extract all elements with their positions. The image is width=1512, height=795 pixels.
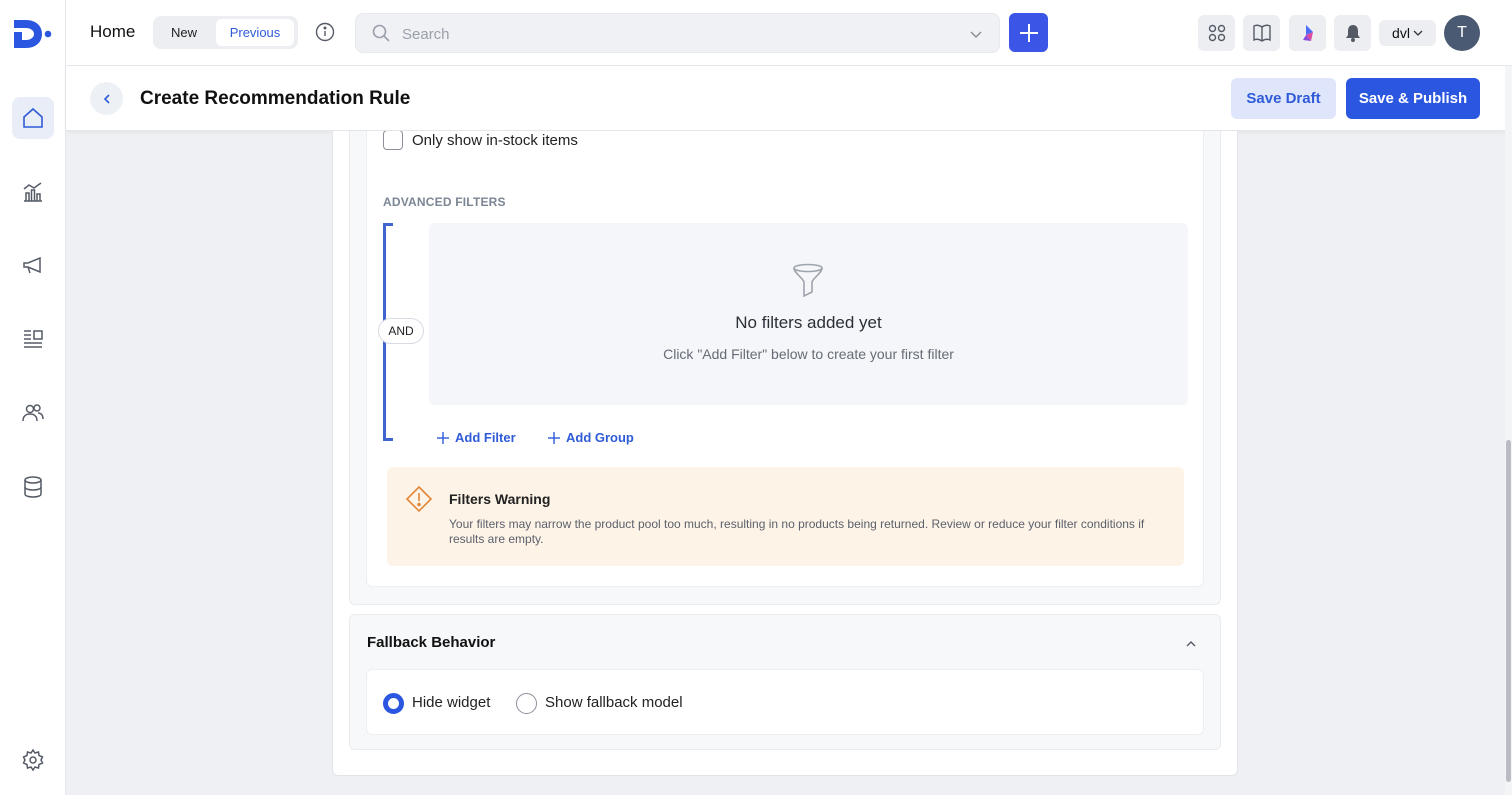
sidebar-item-data[interactable]	[12, 466, 54, 508]
plus-icon	[548, 431, 560, 444]
fallback-section: Fallback Behavior Hide widget Show fallb…	[349, 614, 1221, 750]
apps-grid-icon	[1208, 24, 1225, 42]
empty-state-subtitle: Click "Add Filter" below to create your …	[663, 346, 954, 362]
fallback-title: Fallback Behavior	[367, 634, 496, 651]
chevron-down-icon	[1413, 30, 1423, 36]
new-previous-toggle: New Previous	[153, 16, 298, 49]
plus-icon	[1019, 23, 1038, 42]
warning-text: Your filters may narrow the product pool…	[449, 517, 1145, 546]
sidebar-item-campaigns[interactable]	[12, 244, 54, 286]
save-draft-button[interactable]: Save Draft	[1231, 78, 1336, 119]
search-icon	[372, 24, 390, 42]
in-stock-checkbox[interactable]	[383, 131, 403, 150]
ai-assistant-button[interactable]	[1289, 15, 1326, 51]
users-icon	[22, 404, 44, 422]
add-filter-button[interactable]: Add Filter	[437, 430, 516, 445]
list-icon	[24, 330, 43, 348]
logic-operator-toggle[interactable]: AND	[378, 318, 424, 344]
hide-widget-label[interactable]: Hide widget	[412, 694, 490, 711]
main-content: Only show in-stock items ADVANCED FILTER…	[66, 131, 1506, 795]
empty-filters-state: No filters added yet Click "Add Filter" …	[429, 223, 1188, 405]
info-icon[interactable]	[315, 22, 335, 42]
chart-icon	[23, 182, 42, 202]
chevron-left-icon	[103, 93, 110, 104]
page-header: Create Recommendation Rule Save Draft Sa…	[66, 66, 1506, 131]
scrollbar-thumb[interactable]	[1506, 440, 1511, 782]
rule-form-card: Only show in-stock items ADVANCED FILTER…	[332, 131, 1238, 776]
chevron-down-icon[interactable]	[969, 27, 983, 41]
plus-icon	[437, 431, 449, 444]
fallback-options: Hide widget Show fallback model	[366, 669, 1204, 735]
add-group-label: Add Group	[566, 430, 634, 445]
back-button[interactable]	[90, 82, 123, 115]
gear-icon	[22, 748, 44, 772]
search-bar[interactable]: Search	[355, 13, 1000, 53]
ai-logo-icon	[1302, 25, 1313, 41]
brand-logo[interactable]	[12, 16, 54, 52]
workspace-selector[interactable]: dvl	[1379, 20, 1436, 46]
chevron-up-icon[interactable]	[1184, 637, 1198, 651]
top-bar: Home New Previous Search dvl T	[66, 0, 1512, 66]
page-scrollbar[interactable]	[1505, 66, 1512, 795]
sidebar-item-audiences[interactable]	[12, 392, 54, 434]
filters-panel: Only show in-stock items ADVANCED FILTER…	[366, 131, 1204, 587]
left-rail	[0, 0, 66, 795]
home-title[interactable]: Home	[90, 22, 135, 42]
avatar[interactable]: T	[1444, 15, 1480, 51]
megaphone-icon	[23, 256, 41, 274]
toggle-new[interactable]: New	[157, 19, 211, 46]
show-fallback-radio[interactable]	[516, 693, 537, 714]
hide-widget-radio[interactable]	[383, 693, 404, 714]
book-icon	[1252, 24, 1271, 42]
funnel-icon	[793, 263, 823, 298]
warning-title: Filters Warning	[449, 491, 551, 507]
filters-section: Only show in-stock items ADVANCED FILTER…	[349, 131, 1221, 605]
in-stock-label[interactable]: Only show in-stock items	[412, 132, 578, 149]
apps-button[interactable]	[1198, 15, 1235, 51]
bell-icon	[1345, 25, 1360, 42]
search-input[interactable]: Search	[402, 26, 450, 43]
notifications-button[interactable]	[1334, 15, 1371, 51]
sidebar-item-catalog[interactable]	[12, 318, 54, 360]
sidebar-item-settings[interactable]	[12, 739, 54, 781]
workspace-label: dvl	[1392, 25, 1410, 41]
show-fallback-label[interactable]: Show fallback model	[545, 694, 683, 711]
docs-button[interactable]	[1243, 15, 1280, 51]
home-icon	[23, 107, 43, 128]
sidebar-item-home[interactable]	[12, 97, 54, 139]
warning-icon	[405, 485, 433, 513]
advanced-filters-heading: ADVANCED FILTERS	[383, 195, 506, 209]
database-icon	[24, 476, 42, 498]
add-filter-label: Add Filter	[455, 430, 516, 445]
create-button[interactable]	[1009, 13, 1048, 52]
page-title: Create Recommendation Rule	[140, 88, 411, 109]
toggle-previous[interactable]: Previous	[216, 19, 294, 46]
add-group-button[interactable]: Add Group	[548, 430, 634, 445]
filters-warning-banner: Filters Warning Your filters may narrow …	[387, 467, 1184, 566]
sidebar-item-analytics[interactable]	[12, 171, 54, 213]
empty-state-title: No filters added yet	[735, 313, 882, 332]
save-publish-button[interactable]: Save & Publish	[1346, 78, 1480, 119]
